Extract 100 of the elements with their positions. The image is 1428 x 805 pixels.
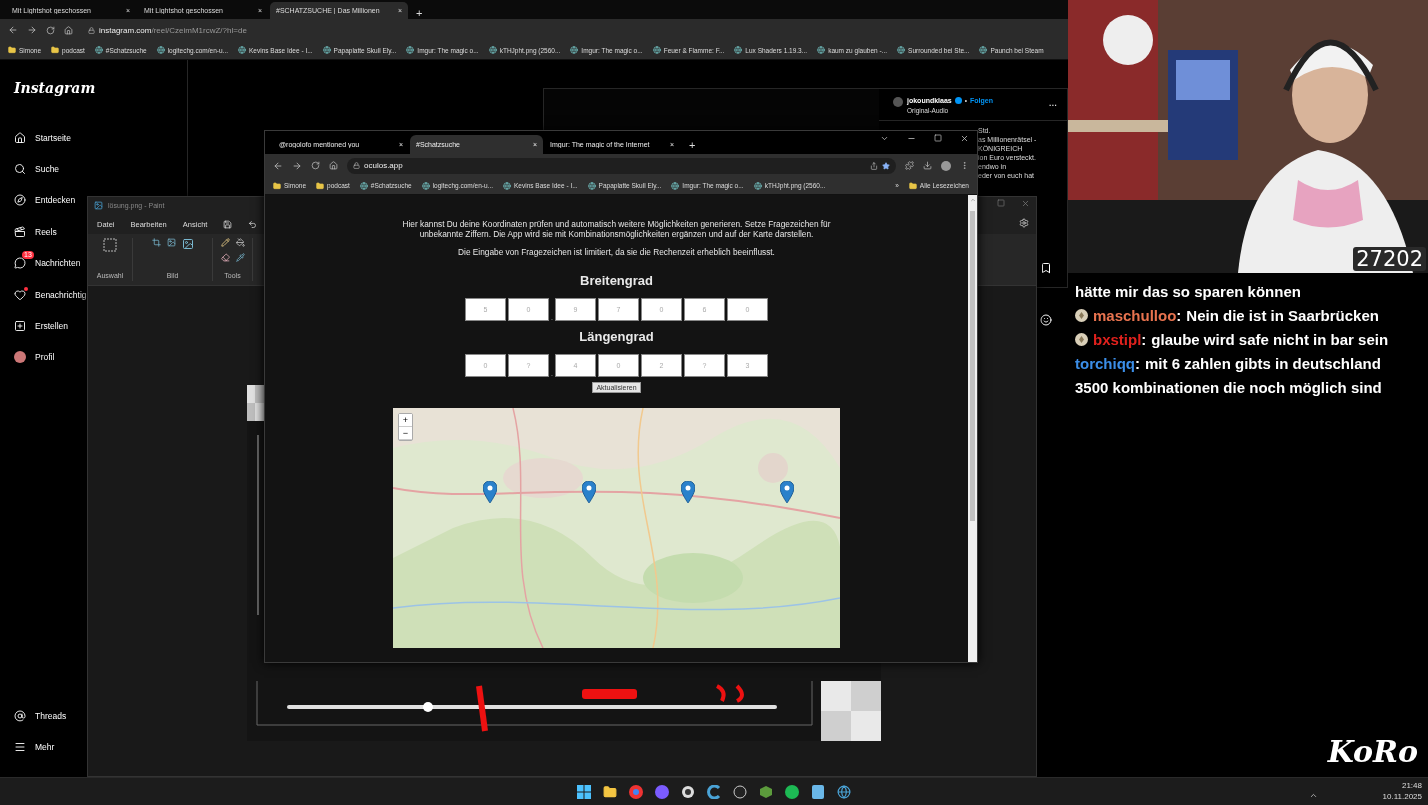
map-pin-icon[interactable]	[582, 481, 596, 503]
verified-icon	[954, 97, 962, 104]
nav-item[interactable]: Suche	[14, 153, 60, 185]
map-pin-icon[interactable]	[780, 481, 794, 503]
star-icon[interactable]	[882, 161, 890, 170]
nav-item[interactable]: Benachrichtig	[14, 278, 87, 311]
share-icon[interactable]	[870, 161, 878, 170]
browser-icon[interactable]	[627, 782, 645, 801]
new-tab-button[interactable]: +	[410, 7, 429, 19]
folder-icon	[316, 181, 325, 190]
new-tab-button[interactable]: +	[681, 139, 704, 154]
globe-icon	[421, 181, 430, 190]
chevron-icon[interactable]	[880, 134, 889, 143]
undo-icon[interactable]	[248, 219, 258, 229]
section-heading: Breitengrad	[580, 273, 653, 288]
lock-icon	[88, 26, 95, 34]
profile-icon[interactable]	[941, 160, 951, 171]
settings-icon[interactable]	[1019, 218, 1029, 228]
menu-icon	[14, 741, 26, 754]
fill-icon[interactable]	[235, 238, 245, 247]
lock-icon	[353, 162, 360, 169]
map-pin-icon[interactable]	[681, 481, 695, 503]
globe-icon	[488, 46, 497, 54]
app-icon[interactable]	[731, 782, 749, 801]
selection-icon[interactable]	[103, 238, 117, 252]
forward-icon[interactable]	[27, 25, 37, 35]
pipette-icon[interactable]	[235, 253, 245, 262]
globe-icon	[156, 46, 165, 54]
clock-time[interactable]: 21:48	[1401, 780, 1422, 791]
globe-icon	[406, 46, 415, 54]
zoom-in-button[interactable]: +	[399, 414, 412, 427]
at-sign-icon	[14, 709, 26, 722]
nav-item[interactable]: Startseite	[14, 122, 71, 154]
chat-text: hätte mir das so sparen können	[1075, 283, 1302, 300]
chat-text: 3500 kombinationen die noch möglich sind	[1075, 379, 1383, 396]
chat-app-icon[interactable]	[653, 782, 671, 801]
eraser-icon[interactable]	[220, 253, 230, 262]
more-icon[interactable]: ...	[1048, 97, 1057, 108]
globe-icon	[570, 46, 579, 54]
globe-icon	[979, 46, 988, 54]
globe-icon	[322, 46, 331, 54]
section-heading: Längengrad	[579, 329, 654, 344]
reload-icon[interactable]	[311, 161, 320, 170]
globe-icon	[817, 46, 826, 54]
maximize-icon[interactable]	[934, 134, 942, 142]
image-icon[interactable]	[181, 238, 194, 250]
chat-username[interactable]: torchiqq	[1075, 355, 1135, 372]
save-icon[interactable]	[223, 219, 233, 229]
globe-icon	[652, 46, 661, 54]
address-bar[interactable]: oculos.app	[347, 157, 896, 174]
map-pin-icon[interactable]	[483, 481, 497, 503]
globe-icon	[587, 181, 596, 190]
more-icon[interactable]	[960, 161, 969, 170]
nav-item[interactable]: Profil	[14, 341, 55, 374]
clock-date[interactable]: 10.11.2025	[1382, 791, 1422, 802]
back-icon[interactable]	[273, 160, 283, 171]
compass-icon	[14, 194, 26, 207]
avatar-icon	[893, 97, 903, 107]
folder-icon	[273, 181, 281, 190]
app-icon[interactable]	[705, 782, 723, 801]
nav-item[interactable]: Mehr	[14, 731, 55, 763]
windows-icon[interactable]	[575, 782, 593, 801]
download-icon[interactable]	[923, 161, 932, 170]
instagram-logo[interactable]: Instagram	[14, 80, 187, 96]
bookmark-icon[interactable]	[1040, 262, 1052, 274]
home-icon	[14, 131, 26, 144]
crop-icon[interactable]	[151, 238, 161, 247]
home-icon[interactable]	[64, 25, 73, 35]
globe-icon	[503, 181, 511, 190]
extensions-icon[interactable]	[905, 161, 914, 170]
scrollbar[interactable]	[968, 195, 977, 662]
back-icon[interactable]	[8, 25, 18, 35]
heart-icon	[14, 288, 26, 301]
nav-item[interactable]: Erstellen	[14, 310, 69, 342]
close-icon[interactable]	[960, 134, 969, 143]
notepad-icon[interactable]	[809, 782, 827, 801]
paint-icon	[94, 201, 103, 210]
chat-username[interactable]: bxstipl	[1093, 331, 1142, 348]
resize-icon[interactable]	[166, 238, 176, 247]
koro-logo: KoRo	[1327, 734, 1418, 769]
globe-icon	[238, 46, 246, 54]
scroll-thumb[interactable]	[970, 211, 975, 521]
folder-icon	[8, 46, 16, 54]
home-icon[interactable]	[329, 161, 338, 170]
nav-item[interactable]: Entdecken	[14, 184, 76, 217]
tray-caret-icon[interactable]	[1309, 791, 1318, 800]
chat-text: glaube wird safe nicht in bar sein	[1151, 331, 1389, 348]
forward-icon[interactable]	[292, 160, 302, 171]
globe-icon	[94, 46, 103, 54]
chat-bubble-icon	[14, 257, 26, 270]
smiley-icon[interactable]	[1040, 314, 1052, 326]
music-app-icon[interactable]	[783, 782, 801, 801]
globe-icon	[734, 46, 743, 54]
nav-item[interactable]: Threads	[14, 700, 67, 732]
pencil-icon[interactable]	[220, 238, 230, 247]
chat-separator: :	[1141, 331, 1147, 348]
nav-item[interactable]: Reels	[14, 216, 57, 248]
reload-icon[interactable]	[46, 25, 55, 35]
chat-username[interactable]: maschulloo	[1093, 307, 1177, 324]
plus-icon	[14, 320, 26, 333]
